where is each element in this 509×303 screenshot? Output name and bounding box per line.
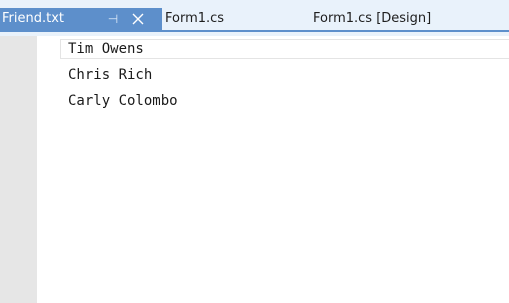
tab-label: Form1.cs xyxy=(165,11,225,26)
editor-window: Friend.txt ⊣ Form1.cs Form1.cs [Design] … xyxy=(0,0,509,303)
code-lines[interactable]: Tim Owens Chris Rich Carly Colombo xyxy=(68,39,178,117)
tab-label: Form1.cs [Design] xyxy=(313,11,432,26)
code-line[interactable]: Chris Rich xyxy=(68,65,178,91)
pin-icon[interactable]: ⊣ xyxy=(106,8,120,30)
close-icon[interactable] xyxy=(128,8,150,30)
line-number-gutter xyxy=(0,36,37,303)
tab-label: Friend.txt xyxy=(2,11,64,26)
tab-form1-design[interactable]: Form1.cs [Design] xyxy=(313,8,483,30)
document-tab-strip: Friend.txt ⊣ Form1.cs Form1.cs [Design] xyxy=(0,0,509,36)
gutter-margin xyxy=(37,36,53,303)
code-line[interactable]: Carly Colombo xyxy=(68,91,178,117)
tab-friend-txt[interactable]: Friend.txt ⊣ xyxy=(0,8,162,30)
tab-form1-cs[interactable]: Form1.cs xyxy=(165,8,285,30)
active-tab-underline xyxy=(0,30,509,32)
code-line[interactable]: Tim Owens xyxy=(68,39,178,65)
